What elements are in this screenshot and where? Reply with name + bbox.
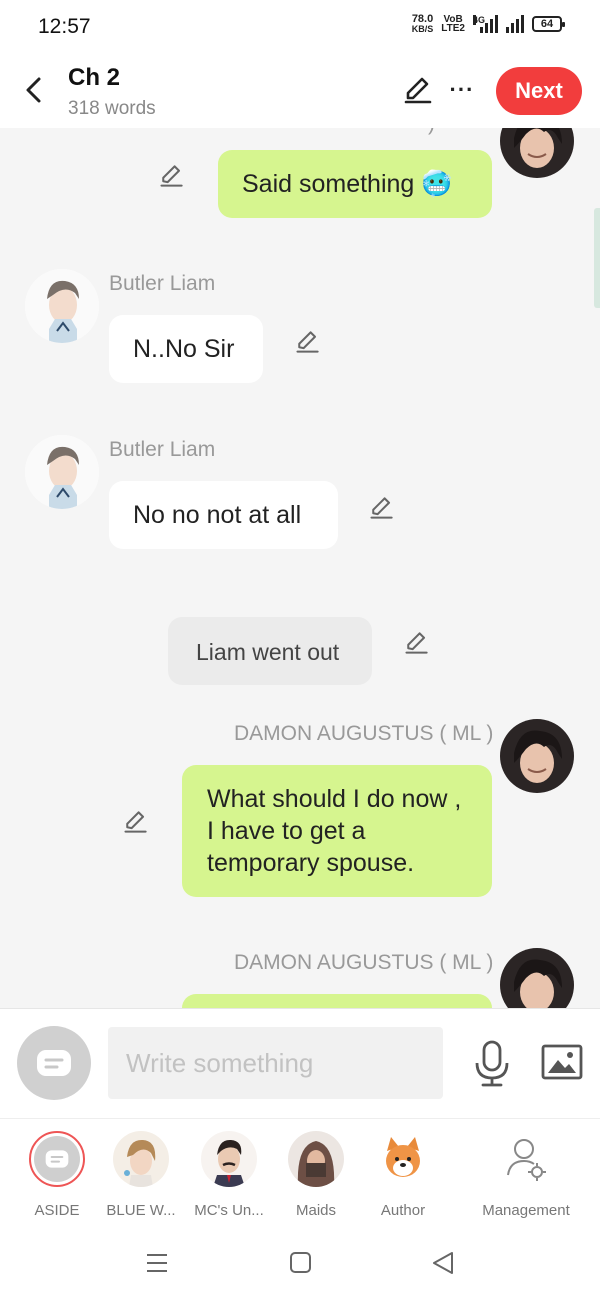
volte-icon: VoB LTE2 [441, 14, 465, 34]
character-label: MC's Un... [194, 1202, 264, 1219]
character-label: Management [482, 1202, 570, 1219]
shiba-dog-avatar [375, 1131, 431, 1187]
blue-w-avatar [113, 1131, 169, 1187]
edit-message-button[interactable] [368, 494, 396, 522]
dark-haired-man-avatar [500, 948, 574, 1008]
damon-avatar[interactable] [500, 128, 574, 178]
message-bubble[interactable]: What should I do now , I have to get a t… [182, 765, 492, 897]
speaker-name: Butler Liam [109, 272, 216, 295]
dark-haired-man-avatar [500, 719, 574, 793]
maids-avatar [288, 1131, 344, 1187]
back-nav-button[interactable] [428, 1248, 458, 1278]
character-author[interactable]: Author [363, 1131, 443, 1219]
aside-chat-icon [29, 1131, 85, 1187]
speaker-name: Butler Liam [109, 438, 216, 461]
aside-toggle-button[interactable] [17, 1026, 91, 1100]
more-options-button[interactable]: ··· [446, 74, 478, 106]
character-management[interactable]: Management [476, 1131, 576, 1219]
edit-title-button[interactable] [402, 74, 434, 106]
status-bar: 12:57 78.0 KB/S VoB LTE2 4G 64 [0, 0, 600, 56]
status-icons: 78.0 KB/S VoB LTE2 4G 64 [411, 13, 565, 35]
next-button[interactable]: Next [496, 67, 582, 115]
aside-bubble[interactable]: Liam went out [168, 617, 372, 685]
butler-avatar [25, 269, 99, 343]
character-label: Author [380, 1202, 426, 1219]
pencil-icon [405, 632, 428, 654]
microphone-icon [475, 1040, 509, 1087]
damon-avatar[interactable] [500, 948, 574, 1008]
signal-icon-1: 4G [473, 15, 498, 33]
battery-icon: 64 [532, 16, 565, 32]
word-count: 318 words [68, 98, 156, 119]
signal-icon-2 [506, 15, 524, 33]
mc-uncle-avatar [201, 1131, 257, 1187]
damon-avatar[interactable] [500, 719, 574, 793]
message-bubble[interactable]: Said something 🥶 [218, 150, 492, 218]
speaker-name-partial: ) [428, 128, 435, 136]
image-upload-button[interactable] [540, 1043, 584, 1083]
butler-liam-avatar[interactable] [25, 435, 99, 509]
message-bubble[interactable]: No no not at all [109, 481, 338, 549]
character-label: BLUE W... [106, 1202, 176, 1219]
character-blue-w[interactable]: BLUE W... [101, 1131, 181, 1219]
home-button[interactable] [286, 1248, 316, 1278]
edit-message-button[interactable] [158, 162, 186, 190]
triangle-back-icon [433, 1252, 453, 1274]
input-bar [0, 1008, 600, 1118]
chevron-left-icon [26, 77, 41, 103]
menu-lines-icon [147, 1254, 167, 1272]
character-bar: ASIDE BLUE W... MC's Un... Maids Author … [0, 1118, 600, 1228]
scrollbar[interactable] [594, 208, 600, 308]
recent-apps-button[interactable] [143, 1248, 173, 1278]
pencil-icon [296, 331, 319, 353]
chat-area[interactable]: ) Said something 🥶 [0, 128, 600, 1008]
square-icon [290, 1252, 311, 1273]
system-nav-bar [0, 1228, 600, 1300]
message-input[interactable] [108, 1027, 443, 1099]
message-bubble[interactable]: N..No Sir [109, 315, 263, 383]
status-time: 12:57 [38, 15, 91, 38]
pencil-icon [404, 77, 432, 104]
back-button[interactable] [20, 74, 48, 106]
image-icon [541, 1044, 583, 1080]
edit-message-button[interactable] [294, 328, 322, 356]
dark-haired-man-avatar [500, 128, 574, 178]
pencil-icon [160, 165, 183, 187]
chat-bubble-icon [37, 1050, 71, 1076]
edit-message-button[interactable] [403, 629, 431, 657]
speaker-name: DAMON AUGUSTUS ( ML ) [234, 722, 494, 745]
character-label: ASIDE [34, 1202, 80, 1219]
chapter-title: Ch 2 [68, 64, 121, 91]
user-gear-icon [498, 1131, 554, 1187]
pencil-icon [124, 811, 147, 833]
speaker-name: DAMON AUGUSTUS ( ML ) [234, 951, 494, 974]
voice-input-button[interactable] [472, 1039, 512, 1089]
butler-liam-avatar[interactable] [25, 269, 99, 343]
butler-avatar [25, 435, 99, 509]
message-bubble[interactable] [182, 994, 492, 1008]
network-speed: 78.0 KB/S [411, 13, 434, 35]
character-maids[interactable]: Maids [276, 1131, 356, 1219]
character-label: Maids [295, 1202, 336, 1219]
edit-message-button[interactable] [122, 808, 150, 836]
ellipsis-icon: ··· [449, 77, 475, 102]
pencil-icon [370, 497, 393, 519]
character-mc-uncle[interactable]: MC's Un... [189, 1131, 269, 1219]
chapter-header: Ch 2 318 words ··· Next [0, 56, 600, 128]
character-aside[interactable]: ASIDE [17, 1131, 97, 1219]
